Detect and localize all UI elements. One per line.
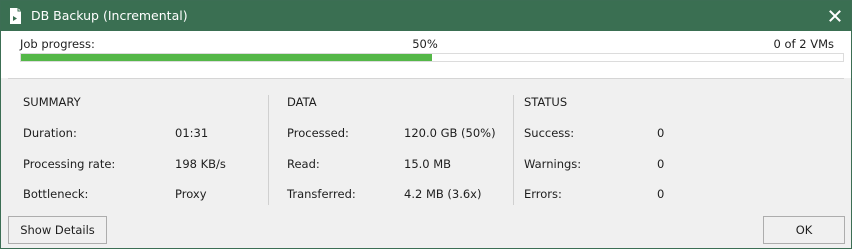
errors-value: 0 [657, 187, 665, 201]
read-value: 15.0 MB [404, 157, 452, 171]
title-bar[interactable]: DB Backup (Incremental) [1, 1, 851, 31]
processing-rate-label: Processing rate: [23, 157, 116, 171]
column-divider [268, 95, 269, 205]
success-label: Success: [524, 126, 575, 140]
progress-bar-fill [21, 54, 432, 61]
close-icon [829, 10, 841, 22]
progress-section: Job progress: 50% 0 of 2 VMs [1, 31, 851, 78]
processed-value: 120.0 GB (50%) [404, 126, 496, 140]
section-divider [8, 78, 844, 79]
read-label: Read: [287, 157, 320, 171]
progress-percent: 50% [412, 37, 438, 51]
progress-bar [20, 53, 844, 62]
summary-heading: SUMMARY [23, 95, 81, 109]
window-title: DB Backup (Incremental) [31, 8, 188, 23]
close-button[interactable] [823, 4, 847, 28]
transferred-label: Transferred: [287, 187, 356, 201]
warnings-value: 0 [657, 157, 665, 171]
processed-label: Processed: [287, 126, 349, 140]
errors-label: Errors: [524, 187, 562, 201]
processing-rate-value: 198 KB/s [175, 157, 226, 171]
duration-label: Duration: [23, 126, 77, 140]
progress-vm-count: 0 of 2 VMs [773, 37, 834, 51]
data-heading: DATA [287, 95, 317, 109]
column-divider [513, 95, 514, 205]
warnings-label: Warnings: [524, 157, 582, 171]
duration-value: 01:31 [175, 126, 209, 140]
show-details-button[interactable]: Show Details [8, 216, 107, 244]
ok-button[interactable]: OK [763, 216, 845, 244]
backup-job-icon [10, 8, 21, 24]
bottleneck-value: Proxy [175, 187, 207, 201]
progress-label: Job progress: [20, 37, 95, 51]
transferred-value: 4.2 MB (3.6x) [404, 187, 482, 201]
bottleneck-label: Bottleneck: [23, 187, 89, 201]
backup-job-dialog: DB Backup (Incremental) Job progress: 50… [0, 0, 852, 249]
status-heading: STATUS [524, 95, 568, 109]
success-value: 0 [657, 126, 665, 140]
